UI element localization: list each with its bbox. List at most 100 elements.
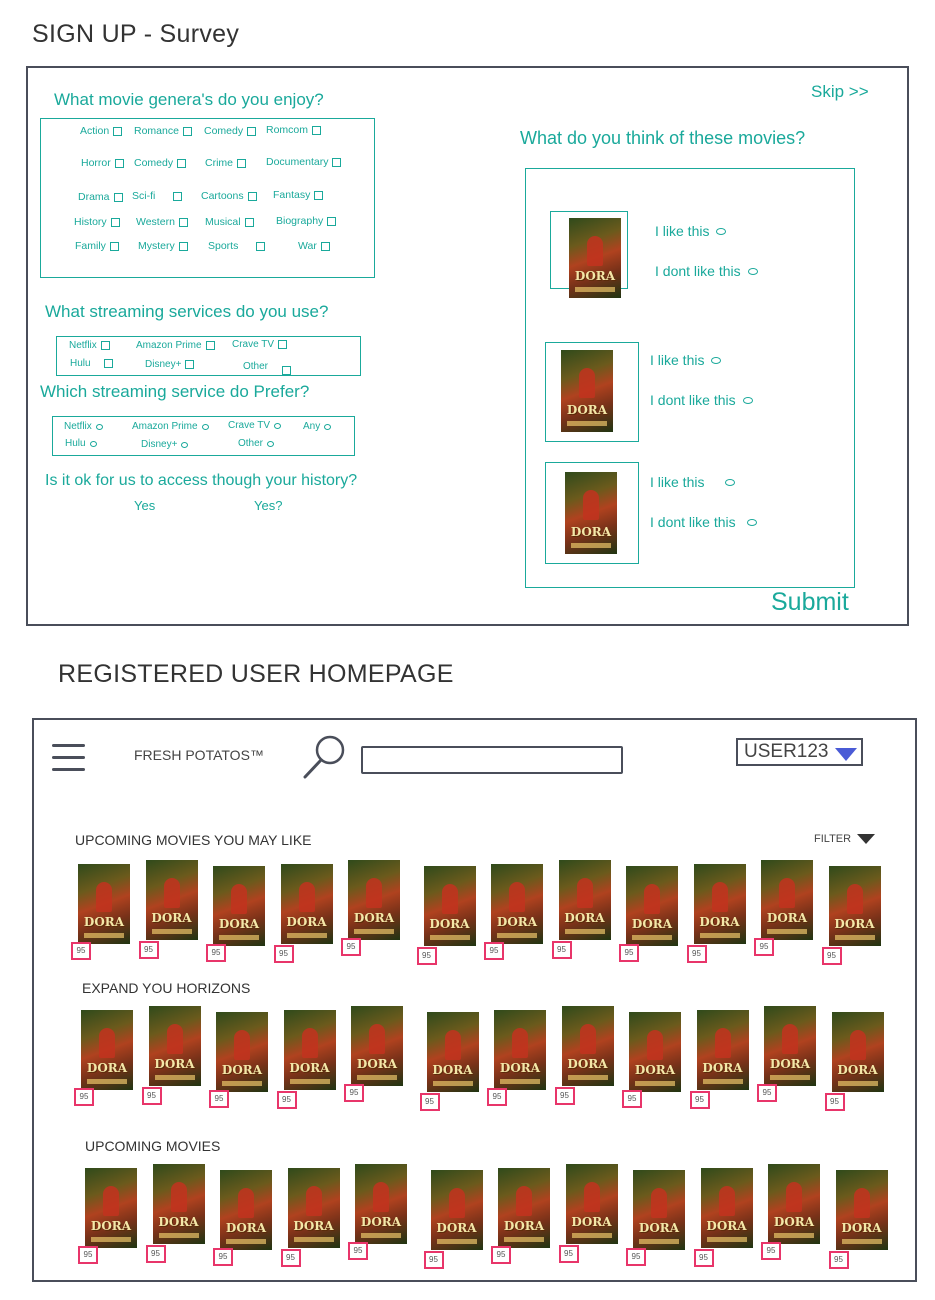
checkbox-icon[interactable]: [282, 366, 292, 375]
movie-poster[interactable]: DORA: [768, 1164, 820, 1244]
genre-option[interactable]: Comedy: [134, 157, 187, 169]
radio-icon[interactable]: [716, 227, 727, 235]
movie-poster[interactable]: DORA: [629, 1012, 681, 1092]
prefer-option[interactable]: Disney+: [141, 439, 189, 450]
radio-icon[interactable]: [711, 356, 722, 364]
movie-poster[interactable]: DORA: [761, 860, 813, 940]
movie-poster[interactable]: DORA: [626, 866, 678, 946]
checkbox-icon[interactable]: [100, 341, 110, 350]
movie-poster[interactable]: DORA: [145, 860, 198, 940]
genre-option[interactable]: Romance: [134, 125, 192, 137]
movie-poster[interactable]: DORA: [81, 1010, 133, 1090]
movie-poster[interactable]: DORA: [85, 1168, 137, 1248]
movie-poster[interactable]: DORA: [152, 1164, 205, 1244]
movie-poster[interactable]: DORA: [423, 866, 476, 946]
checkbox-icon[interactable]: [205, 341, 215, 350]
skip-link[interactable]: Skip >>: [811, 82, 869, 102]
movie-poster[interactable]: DORA: [213, 866, 265, 946]
genre-option[interactable]: War: [298, 240, 330, 252]
genre-option[interactable]: Comedy: [204, 125, 257, 137]
checkbox-icon[interactable]: [244, 217, 254, 227]
service-option[interactable]: Netflix: [69, 340, 110, 351]
checkbox-icon[interactable]: [332, 157, 342, 167]
radio-icon[interactable]: [181, 441, 189, 448]
prefer-option[interactable]: Hulu: [65, 438, 97, 449]
service-option[interactable]: Other: [243, 358, 292, 375]
hamburger-menu-icon[interactable]: [52, 742, 85, 774]
genre-option[interactable]: Romcom: [266, 124, 322, 136]
checkbox-icon[interactable]: [237, 158, 246, 168]
radio-icon[interactable]: [747, 267, 758, 275]
genre-option[interactable]: Musical: [205, 216, 254, 228]
genre-option[interactable]: Family: [75, 240, 119, 252]
movie-poster[interactable]: DORA: [835, 1170, 888, 1250]
search-input[interactable]: [361, 746, 623, 774]
checkbox-icon[interactable]: [314, 190, 324, 200]
movie-poster[interactable]: DORA: [565, 1164, 618, 1244]
genre-option[interactable]: Biography: [276, 215, 337, 227]
checkbox-icon[interactable]: [177, 158, 187, 168]
dislike-option[interactable]: I dont like this: [650, 514, 757, 530]
movie-poster[interactable]: DORA: [700, 1168, 753, 1248]
checkbox-icon[interactable]: [103, 359, 113, 368]
radio-icon[interactable]: [95, 423, 103, 430]
search-icon[interactable]: [300, 734, 350, 780]
history-yes-maybe-option[interactable]: Yes?: [254, 498, 282, 513]
checkbox-icon[interactable]: [178, 217, 188, 227]
movie-poster[interactable]: DORA: [78, 864, 130, 944]
movie-poster[interactable]: DORA: [216, 1012, 268, 1092]
radio-icon[interactable]: [201, 423, 209, 430]
user-dropdown[interactable]: USER123: [736, 738, 863, 766]
movie-poster[interactable]: DORA: [148, 1006, 201, 1086]
movie-poster[interactable]: DORA: [280, 864, 333, 944]
genre-option[interactable]: History: [74, 216, 120, 228]
checkbox-icon[interactable]: [312, 125, 322, 135]
movie-poster[interactable]: DORA: [558, 860, 611, 940]
movie-poster[interactable]: DORA: [693, 864, 746, 944]
genre-option[interactable]: Horror: [81, 157, 124, 169]
genre-option[interactable]: Sci-fi: [132, 190, 183, 202]
checkbox-icon[interactable]: [178, 241, 188, 251]
filter-button[interactable]: FILTER: [814, 833, 876, 845]
radio-icon[interactable]: [725, 478, 736, 486]
like-option[interactable]: I like this: [650, 474, 736, 490]
prefer-option[interactable]: Any: [303, 421, 332, 432]
checkbox-icon[interactable]: [114, 158, 124, 168]
like-option[interactable]: I like this: [655, 223, 727, 239]
movie-poster[interactable]: DORA: [633, 1170, 685, 1250]
movie-poster[interactable]: DORA: [491, 864, 543, 944]
movie-poster[interactable]: DORA: [764, 1006, 816, 1086]
checkbox-icon[interactable]: [173, 191, 183, 201]
movie-poster[interactable]: DORA: [696, 1010, 749, 1090]
radio-icon[interactable]: [746, 518, 757, 526]
movie-poster[interactable]: DORA: [348, 860, 400, 940]
prefer-option[interactable]: Netflix: [64, 421, 103, 432]
checkbox-icon[interactable]: [109, 241, 119, 251]
movie-poster[interactable]: DORA: [283, 1010, 336, 1090]
radio-icon[interactable]: [324, 423, 332, 430]
genre-option[interactable]: Western: [136, 216, 188, 228]
radio-icon[interactable]: [267, 440, 275, 447]
service-option[interactable]: Crave TV: [232, 339, 288, 350]
dislike-option[interactable]: I dont like this: [655, 263, 758, 279]
movie-poster[interactable]: DORA: [831, 1012, 884, 1092]
radio-icon[interactable]: [89, 440, 97, 447]
checkbox-icon[interactable]: [320, 241, 330, 251]
prefer-option[interactable]: Crave TV: [228, 420, 282, 431]
service-option[interactable]: Hulu: [70, 358, 113, 369]
checkbox-icon[interactable]: [256, 241, 266, 251]
checkbox-icon[interactable]: [182, 126, 192, 136]
checkbox-icon[interactable]: [247, 191, 257, 201]
dislike-option[interactable]: I dont like this: [650, 392, 753, 408]
movie-poster[interactable]: DORA: [355, 1164, 407, 1244]
movie-poster[interactable]: DORA: [561, 1006, 614, 1086]
prefer-option[interactable]: Amazon Prime: [132, 421, 209, 432]
genre-option[interactable]: Drama: [78, 191, 123, 203]
checkbox-icon[interactable]: [278, 340, 288, 349]
history-yes-option[interactable]: Yes: [134, 498, 155, 513]
genre-option[interactable]: Fantasy: [273, 189, 324, 201]
genre-option[interactable]: Sports: [208, 240, 266, 252]
movie-poster[interactable]: DORA: [351, 1006, 403, 1086]
checkbox-icon[interactable]: [113, 126, 123, 136]
genre-option[interactable]: Mystery: [138, 240, 188, 252]
